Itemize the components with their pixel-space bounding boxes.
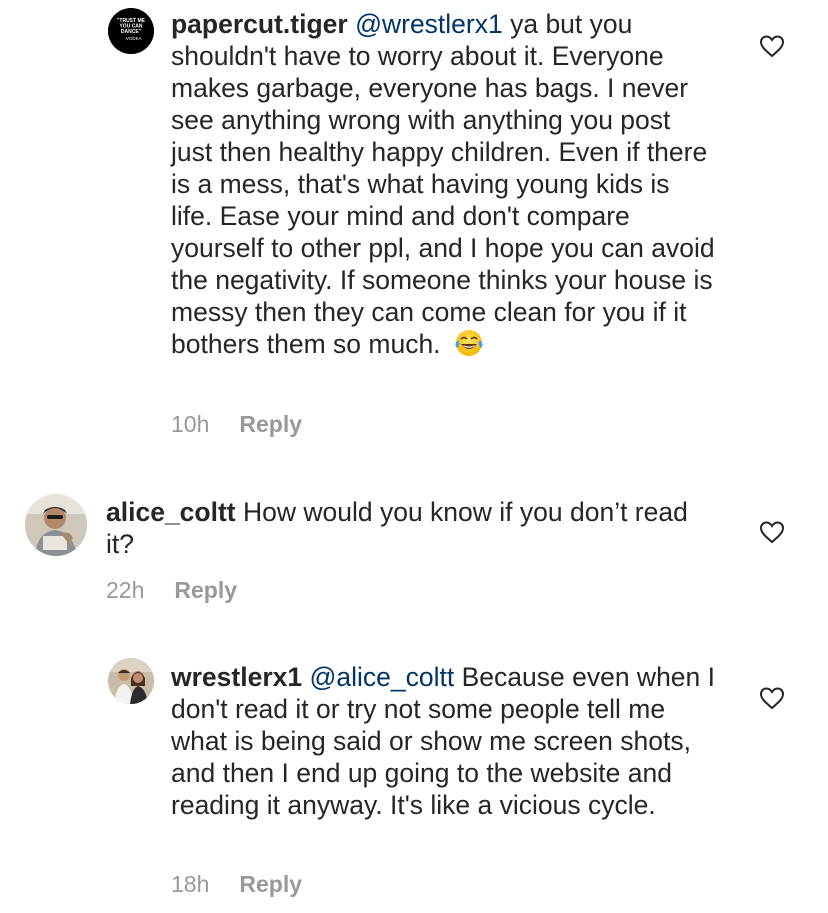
comment-text: wrestlerx1 @alice_coltt Because even whe…	[171, 661, 721, 821]
avatar[interactable]	[25, 494, 87, 556]
comment-mention[interactable]: @alice_coltt	[310, 662, 455, 692]
comment-username[interactable]: alice_coltt	[106, 497, 236, 527]
svg-text:DANCE": DANCE"	[121, 29, 142, 35]
face-with-tears-of-joy-icon	[455, 330, 483, 356]
avatar-photo-icon	[25, 494, 87, 556]
comment-body: ya but you shouldn't have to worry about…	[171, 9, 715, 359]
comment-text: papercut.tiger @wrestlerx1 ya but you sh…	[171, 8, 716, 360]
reply-button[interactable]: Reply	[174, 577, 237, 603]
avatar[interactable]	[108, 658, 154, 704]
heart-outline-icon[interactable]	[759, 34, 785, 58]
comment-timestamp: 10h	[171, 411, 210, 437]
heart-outline-icon[interactable]	[759, 686, 785, 710]
reply-button[interactable]: Reply	[239, 871, 302, 897]
comment-username[interactable]: papercut.tiger	[171, 9, 348, 39]
comment-meta: 18h Reply	[171, 869, 302, 899]
reply-button[interactable]: Reply	[239, 411, 302, 437]
comment-text: alice_coltt How would you know if you do…	[106, 496, 716, 560]
comment-username[interactable]: wrestlerx1	[171, 662, 302, 692]
comment-timestamp: 18h	[171, 871, 210, 897]
avatar-logo-icon: "TRUST ME YOU CAN DANCE" -VODKA	[108, 8, 154, 54]
comment-mention[interactable]: @wrestlerx1	[355, 9, 503, 39]
comment-meta: 22h Reply	[106, 575, 237, 605]
comment-timestamp: 22h	[106, 577, 145, 603]
heart-outline-icon[interactable]	[759, 520, 785, 544]
svg-text:-VODKA: -VODKA	[124, 36, 141, 41]
comment-meta: 10h Reply	[171, 409, 302, 439]
avatar[interactable]: "TRUST ME YOU CAN DANCE" -VODKA	[108, 8, 154, 54]
avatar-photo-icon	[108, 658, 154, 704]
